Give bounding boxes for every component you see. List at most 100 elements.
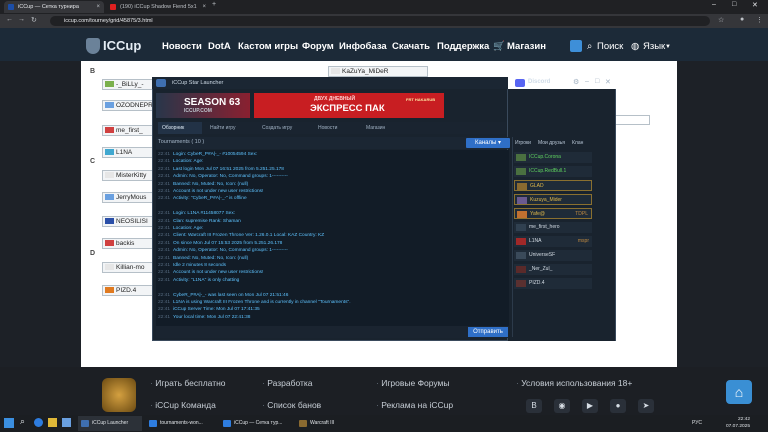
player-row[interactable]: ICCup.RedBull.1 bbox=[514, 166, 592, 177]
close-tab-icon[interactable]: × bbox=[96, 1, 100, 13]
minimize-icon[interactable]: – bbox=[585, 78, 589, 85]
season-banner[interactable]: SEASON 63 ICCUP.COM bbox=[156, 93, 250, 118]
chat-timestamp: 22:41 bbox=[158, 181, 171, 187]
windows-start-icon[interactable] bbox=[4, 418, 14, 428]
taskbar-item[interactable]: tournaments-won... bbox=[146, 416, 216, 431]
app-icon[interactable] bbox=[62, 418, 71, 427]
tab-find-game[interactable]: Найти игру bbox=[206, 122, 254, 134]
tab-friends[interactable]: Мои друзья bbox=[538, 140, 565, 146]
tab-shop[interactable]: Магазин bbox=[362, 122, 406, 134]
bracket-slot[interactable]: backis bbox=[102, 238, 154, 249]
player-row[interactable]: Kuzuya_Mider bbox=[514, 194, 592, 205]
bracket-slot[interactable]: KaZuYa_MiDeR bbox=[328, 66, 428, 77]
bracket-slot[interactable]: NEOSILISI bbox=[102, 216, 154, 227]
close-tab-icon[interactable]: × bbox=[202, 1, 206, 13]
scroll-top-button[interactable]: ⌂ bbox=[726, 380, 752, 404]
express-pack-banner[interactable]: ДВУХ ДНЕВНЫЙ ЭКСПРЕСС ПАК FRT HAKARUB bbox=[254, 93, 444, 118]
nav-support[interactable]: Поддержка bbox=[437, 41, 489, 52]
telegram-icon[interactable]: ➤ bbox=[638, 399, 654, 413]
chat-timestamp: 22:41 bbox=[158, 159, 171, 165]
channels-button[interactable]: Каналы ▾ bbox=[466, 138, 510, 148]
taskbar-item[interactable]: Warcraft III bbox=[296, 416, 346, 431]
maximize-icon[interactable]: □ bbox=[595, 78, 599, 85]
discord-icon[interactable] bbox=[515, 79, 525, 87]
reload-icon[interactable]: ↻ bbox=[31, 16, 37, 24]
avatar bbox=[516, 238, 526, 245]
bracket-slot[interactable]: JerryMous bbox=[102, 192, 154, 203]
footer-link[interactable]: Разработка bbox=[262, 378, 312, 388]
chrome-taskbar-icon[interactable] bbox=[34, 418, 43, 427]
menu-icon[interactable]: ⋮ bbox=[756, 16, 763, 24]
folder-icon[interactable] bbox=[48, 418, 57, 427]
browser-tab-active[interactable]: iCCup — Сетка турнира × bbox=[4, 1, 104, 13]
nav-download[interactable]: Скачать bbox=[392, 41, 430, 52]
bracket-slot[interactable]: -_BiLLy_- bbox=[102, 79, 154, 90]
new-tab-icon[interactable]: + bbox=[212, 1, 216, 8]
settings-icon[interactable]: ⚙ bbox=[573, 78, 579, 86]
tab-news[interactable]: Новости bbox=[314, 122, 358, 134]
clock[interactable]: 22:42 07.07.2025 bbox=[726, 416, 750, 430]
send-button[interactable]: Отправить bbox=[468, 327, 508, 337]
bracket-slot[interactable]: OZODNEPR bbox=[102, 100, 154, 111]
player-row[interactable]: L1NA mspr bbox=[514, 236, 592, 247]
maximize-icon[interactable]: □ bbox=[732, 1, 736, 8]
nav-infobase[interactable]: Инфобаза bbox=[339, 41, 387, 52]
chat-icon[interactable]: ● bbox=[610, 399, 626, 413]
tab-overview[interactable]: Обзорник bbox=[158, 122, 202, 134]
footer-link[interactable]: Играть бесплатно bbox=[150, 378, 225, 388]
youtube-icon[interactable]: ▶ bbox=[582, 399, 598, 413]
chat-line: 22:41 On since Mon Jul 07 15:53 2025 from… bbox=[158, 241, 282, 246]
close-window-icon[interactable]: ✕ bbox=[752, 1, 758, 9]
url-input[interactable]: iccup.com/tourney/grid/45875/3.html bbox=[50, 16, 710, 26]
chat-text: Admin: No, Operator: No, Command groups:… bbox=[173, 248, 288, 254]
search-link[interactable]: Поиск bbox=[597, 41, 623, 52]
chat-text: Your local time: Mon Jul 07 22:41:38 bbox=[173, 314, 251, 320]
user-icon[interactable] bbox=[570, 40, 582, 52]
vk-icon[interactable]: В bbox=[526, 399, 542, 413]
chat-log[interactable]: 22:41 Login: CybeR_P#A|-_- #10054594 Sex:… bbox=[156, 150, 509, 326]
footer-link[interactable]: Условия использования 18+ bbox=[516, 378, 632, 388]
taskbar-item[interactable]: iCCup Launcher bbox=[78, 416, 142, 431]
input-lang[interactable]: РУС bbox=[692, 420, 702, 426]
footer-link[interactable]: Список банов bbox=[262, 400, 321, 410]
star-icon[interactable]: ☆ bbox=[718, 16, 724, 24]
chat-timestamp: 22:41 bbox=[158, 218, 171, 224]
footer-link[interactable]: Реклама на iCCup bbox=[376, 400, 453, 410]
discord-label[interactable]: Discord bbox=[528, 79, 550, 85]
footer-link[interactable]: iCCup Команда bbox=[150, 400, 216, 410]
site-logo[interactable]: ICCup bbox=[103, 38, 141, 53]
player-row[interactable]: UniverseSF bbox=[514, 250, 592, 261]
bracket-slot[interactable]: L1NA bbox=[102, 147, 154, 158]
search-icon[interactable]: ⌕ bbox=[20, 416, 25, 427]
search-icon[interactable]: ⌕ bbox=[587, 41, 592, 52]
nav-custom-games[interactable]: Кастом игры bbox=[238, 41, 298, 52]
nav-news[interactable]: Новости bbox=[162, 41, 202, 52]
language-select[interactable]: Язык bbox=[643, 41, 665, 52]
close-icon[interactable]: ✕ bbox=[605, 78, 611, 86]
tab-clan[interactable]: Клан bbox=[572, 140, 583, 146]
player-row[interactable]: PIZD.4 bbox=[514, 278, 592, 289]
player-row[interactable]: me_first_hero bbox=[514, 222, 592, 233]
player-row[interactable]: GLAD bbox=[514, 180, 592, 191]
forward-icon[interactable]: → bbox=[18, 16, 25, 23]
browser-tab[interactable]: (190) iCCup Shadow Fiend 5x1 × bbox=[106, 1, 210, 13]
player-row[interactable]: ICCup.Corona bbox=[514, 152, 592, 163]
bracket-slot[interactable]: MisterKitty bbox=[102, 170, 154, 181]
minimize-icon[interactable]: – bbox=[712, 1, 716, 8]
profile-icon[interactable]: ● bbox=[740, 16, 744, 23]
nav-shop[interactable]: Магазин bbox=[507, 41, 546, 52]
bracket-slot[interactable]: me_first_ bbox=[102, 125, 154, 136]
nav-forum[interactable]: Форум bbox=[302, 41, 334, 52]
tab-players[interactable]: Игроки bbox=[515, 140, 531, 146]
footer-link[interactable]: Игровые Форумы bbox=[376, 378, 449, 388]
bracket-slot[interactable]: Killian-mo bbox=[102, 262, 154, 273]
nav-dota[interactable]: DotA bbox=[208, 41, 231, 52]
tab-create-game[interactable]: Создать игру bbox=[258, 122, 310, 134]
player-row[interactable]: Yafe@ TDPL bbox=[514, 208, 592, 219]
bracket-slot[interactable]: PIZD.4 bbox=[102, 285, 154, 296]
chat-input[interactable] bbox=[156, 326, 509, 338]
taskbar-item[interactable]: iCCup — Сетка тур... bbox=[220, 416, 292, 431]
discord-icon[interactable]: ◉ bbox=[554, 399, 570, 413]
back-icon[interactable]: ← bbox=[6, 16, 13, 23]
player-row[interactable]: _Ner_Zul_ bbox=[514, 264, 592, 275]
